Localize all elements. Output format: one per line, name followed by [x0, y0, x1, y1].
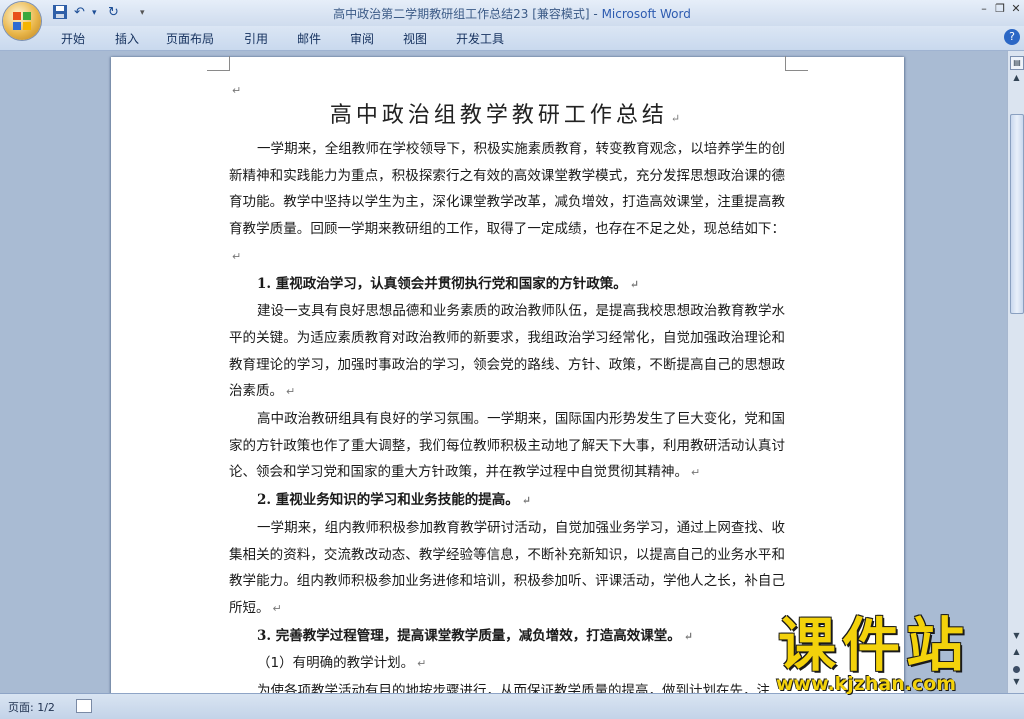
- empty-paragraph: ↵: [229, 81, 785, 100]
- paragraph: 为使各项教学活动有目的地按步骤进行，从而保证教学质量的提高，做到计划在先，注: [229, 678, 785, 693]
- close-icon[interactable]: ✕: [1008, 2, 1024, 15]
- paragraph-text: 为使各项教学活动有目的地按步骤进行，从而保证教学质量的提高，做到计划在先，注: [257, 683, 770, 693]
- paragraph-mark-icon: ↵: [670, 112, 685, 125]
- watermark-logo: 课件站 www.kjzhan.com: [770, 613, 1010, 695]
- paragraph-text: 高中政治教研组具有良好的学习氛围。一学期来，国际国内形势发生了巨大变化，党和国家…: [229, 411, 785, 481]
- tab-page-layout[interactable]: 页面布局: [166, 30, 214, 47]
- tab-view[interactable]: 视图: [403, 30, 427, 47]
- document-heading: 高中政治组教学教研工作总结 ↵: [229, 100, 785, 135]
- view-ruler-icon[interactable]: ▤: [1010, 56, 1024, 70]
- tab-insert[interactable]: 插入: [115, 30, 139, 47]
- app-name: Microsoft Word: [601, 7, 691, 21]
- minimize-icon[interactable]: –: [976, 2, 992, 15]
- next-page-icon[interactable]: ▼: [1010, 677, 1023, 689]
- section-heading: 2. 重视业务知识的学习和业务技能的提高。 ↵: [229, 487, 785, 515]
- document-name: 高中政治第二学期教研组工作总结23 [兼容模式] -: [333, 7, 602, 21]
- paragraph: 建设一支具有良好思想品德和业务素质的政治教师队伍，是提高我校思想政治教育教学水平…: [229, 298, 785, 406]
- paragraph-text: 3. 完善教学过程管理，提高课堂教学质量，减负增效，打造高效课堂。: [257, 627, 681, 644]
- tab-mailings[interactable]: 邮件: [297, 30, 321, 47]
- paragraph: 一学期来，全组教师在学校领导下，积极实施素质教育，转变教育观念，以培养学生的创新…: [229, 136, 785, 271]
- paragraph: 高中政治教研组具有良好的学习氛围。一学期来，国际国内形势发生了巨大变化，党和国家…: [229, 406, 785, 487]
- paragraph-mark-icon: ↵: [232, 84, 242, 97]
- office-logo-icon: [13, 12, 31, 30]
- tab-review[interactable]: 审阅: [350, 30, 374, 47]
- scroll-down-icon[interactable]: ▼: [1010, 631, 1023, 643]
- paragraph: 一学期来，组内教师积极参加教育教学研讨活动，自觉加强业务学习，通过上网查找、收集…: [229, 515, 785, 623]
- title-bar: ↶ ▾ ↻ ▾ 高中政治第二学期教研组工作总结23 [兼容模式] - Micro…: [0, 0, 1024, 40]
- paragraph-text: 一学期来，组内教师积极参加教育教学研讨活动，自觉加强业务学习，通过上网查找、收集…: [229, 519, 785, 616]
- document-heading-text: 高中政治组教学教研工作总结: [329, 103, 668, 128]
- paragraph-mark-icon: ↵: [232, 249, 242, 263]
- tab-home[interactable]: 开始: [61, 30, 85, 47]
- document-page[interactable]: ↵ 高中政治组教学教研工作总结 ↵ 一学期来，全组教师在学校领导下，积极实施素质教…: [111, 56, 904, 693]
- paragraph-mark-icon: ↵: [272, 601, 282, 615]
- scrollbar-thumb[interactable]: [1010, 114, 1024, 314]
- ribbon-tabs: 开始 插入 页面布局 引用 邮件 审阅 视图 开发工具 ?: [0, 26, 1024, 51]
- tab-developer[interactable]: 开发工具: [456, 30, 504, 47]
- paragraph-mark-icon: ↵: [629, 277, 640, 291]
- page-count[interactable]: 页面: 1/2: [8, 699, 55, 715]
- previous-page-icon[interactable]: ▲: [1010, 647, 1023, 659]
- paragraph-mark-icon: ↵: [691, 466, 701, 480]
- tab-references[interactable]: 引用: [244, 30, 268, 47]
- office-button[interactable]: [3, 2, 41, 40]
- paragraph-list: 一学期来，全组教师在学校领导下，积极实施素质教育，转变教育观念，以培养学生的创新…: [229, 136, 785, 693]
- scroll-up-icon[interactable]: ▲: [1010, 73, 1023, 85]
- crop-mark-right: [785, 56, 808, 71]
- paragraph-text: 1. 重视政治学习，认真领会并贯彻执行党和国家的方针政策。: [257, 275, 627, 292]
- paragraph-mark-icon: ↵: [521, 494, 532, 508]
- restore-icon[interactable]: ❐: [992, 2, 1008, 15]
- paragraph-text: 建设一支具有良好思想品德和业务素质的政治教师队伍，是提高我校思想政治教育教学水平…: [229, 303, 785, 400]
- section-heading: 3. 完善教学过程管理，提高课堂教学质量，减负增效，打造高效课堂。 ↵: [229, 623, 785, 651]
- proofing-icon[interactable]: [76, 699, 92, 713]
- browse-object-icon[interactable]: [1013, 666, 1020, 673]
- paragraph-text: 2. 重视业务知识的学习和业务技能的提高。: [257, 492, 519, 509]
- status-bar: 页面: 1/2: [0, 693, 1024, 719]
- watermark-url: www.kjzhan.com: [776, 673, 957, 695]
- document-workspace: ↵ 高中政治组教学教研工作总结 ↵ 一学期来，全组教师在学校领导下，积极实施素质教…: [0, 51, 1007, 693]
- watermark-title: 课件站: [778, 611, 971, 679]
- paragraph-mark-icon: ↵: [417, 657, 427, 671]
- help-icon[interactable]: ?: [1004, 29, 1020, 45]
- paragraph-mark-icon: ↵: [286, 385, 296, 399]
- section-heading: 1. 重视政治学习，认真领会并贯彻执行党和国家的方针政策。 ↵: [229, 271, 785, 299]
- paragraph-text: 一学期来，全组教师在学校领导下，积极实施素质教育，转变教育观念，以培养学生的创新…: [229, 141, 785, 238]
- vertical-scrollbar[interactable]: ▤ ▲ ▼ ▲ ▼: [1007, 51, 1024, 693]
- paragraph-mark-icon: ↵: [683, 629, 694, 643]
- document-body[interactable]: ↵ 高中政治组教学教研工作总结 ↵ 一学期来，全组教师在学校领导下，积极实施素质教…: [229, 81, 785, 693]
- paragraph-text: （1）有明确的教学计划。: [257, 655, 415, 672]
- crop-mark-left: [207, 56, 230, 71]
- window-title: 高中政治第二学期教研组工作总结23 [兼容模式] - Microsoft Wor…: [0, 5, 1024, 22]
- paragraph: （1）有明确的教学计划。 ↵: [229, 650, 785, 678]
